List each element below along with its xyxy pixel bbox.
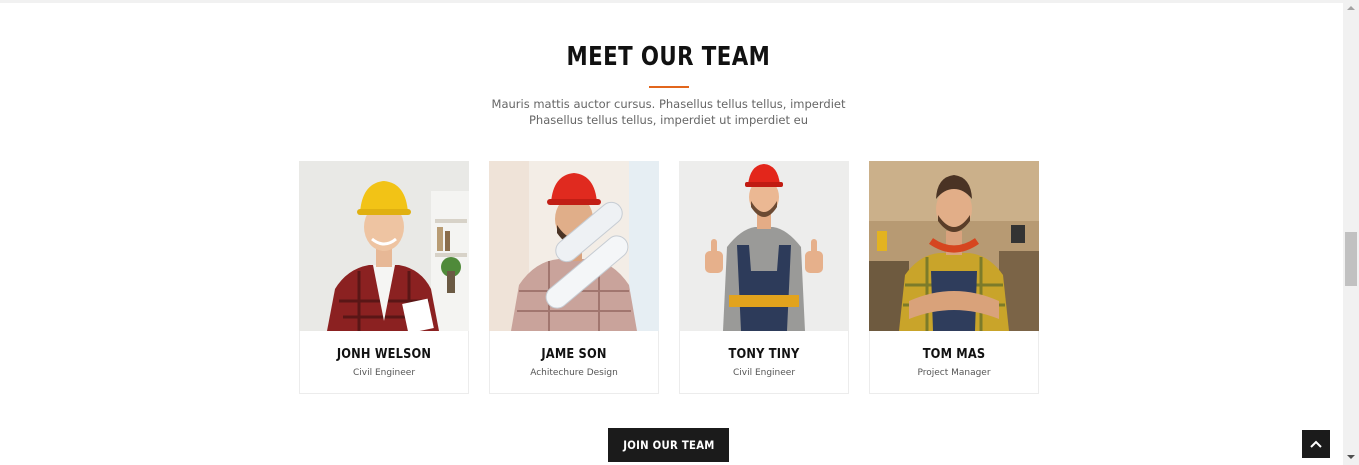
chevron-up-icon [1309, 437, 1323, 452]
subtitle-line-1: Mauris mattis auctor cursus. Phasellus t… [491, 97, 846, 111]
team-member-name: JONH WELSON [336, 347, 432, 362]
vertical-scrollbar[interactable] [1343, 0, 1359, 465]
join-button-label: JOIN OUR TEAM [622, 438, 715, 452]
team-member-name: JAME SON [541, 347, 607, 362]
scroll-down-button[interactable] [1343, 449, 1359, 465]
team-member-role: Civil Engineer [352, 368, 416, 378]
arrow-down-icon [1347, 455, 1355, 459]
back-to-top-button[interactable] [1302, 430, 1330, 458]
subtitle-line-2: Phasellus tellus tellus, imperdiet ut im… [528, 113, 809, 127]
team-card[interactable]: JAME SON Achitechure Design [489, 161, 659, 394]
scrollbar-thumb[interactable] [1345, 232, 1357, 286]
team-member-photo [869, 161, 1039, 331]
section-title: MEET OUR TEAM [566, 42, 771, 72]
team-member-role: Achitechure Design [530, 368, 618, 378]
join-our-team-button[interactable]: JOIN OUR TEAM [608, 428, 729, 462]
title-underline [649, 86, 689, 88]
team-member-name: TOM MAS [922, 347, 986, 362]
team-member-role: Civil Engineer [732, 368, 796, 378]
scroll-up-button[interactable] [1343, 0, 1359, 16]
team-card[interactable]: TONY TINY Civil Engineer [679, 161, 849, 394]
team-member-name: TONY TINY [728, 347, 800, 362]
team-member-photo [489, 161, 659, 331]
team-member-role: Project Manager [917, 368, 991, 378]
team-member-photo [299, 161, 469, 331]
arrow-up-icon [1347, 6, 1355, 10]
team-section: MEET OUR TEAM Mauris mattis auctor cursu… [0, 0, 1343, 465]
team-card[interactable]: TOM MAS Project Manager [869, 161, 1039, 394]
section-subtitle: Mauris mattis auctor cursus. Phasellus t… [0, 96, 1337, 128]
team-card[interactable]: JONH WELSON Civil Engineer [299, 161, 469, 394]
team-member-photo [679, 161, 849, 331]
